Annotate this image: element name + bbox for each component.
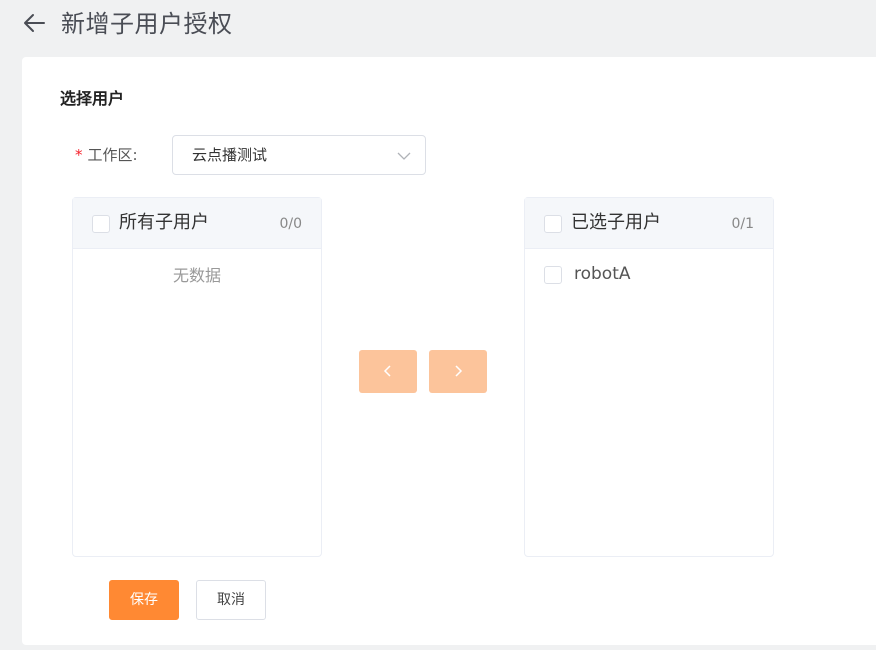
empty-text: 无数据 bbox=[172, 266, 221, 285]
list-item[interactable]: robotA bbox=[525, 260, 773, 288]
chevron-down-icon bbox=[397, 148, 411, 162]
required-mark: * bbox=[75, 146, 83, 164]
page-title: 新增子用户授权 bbox=[61, 10, 233, 38]
section-title: 选择用户 bbox=[60, 89, 125, 108]
move-right-button[interactable] bbox=[429, 350, 487, 393]
all-users-panel-header: 所有子用户 0/0 bbox=[73, 198, 321, 249]
chevron-left-icon bbox=[383, 365, 391, 377]
workspace-label-text: 工作区: bbox=[87, 146, 138, 164]
workspace-select-value: 云点播测试 bbox=[192, 146, 268, 164]
selected-users-panel: 已选子用户 0/1 robotA bbox=[524, 197, 774, 557]
chevron-right-icon bbox=[455, 365, 463, 377]
list-item-label: robotA bbox=[574, 264, 631, 284]
cancel-button[interactable]: 取消 bbox=[196, 580, 266, 620]
page-header: 新增子用户授权 bbox=[0, 0, 876, 50]
main-card: 选择用户 * 工作区: 云点播测试 所有子用户 0/0 无数据 已选子用户 0/… bbox=[22, 57, 876, 645]
arrow-left-icon[interactable] bbox=[22, 10, 48, 36]
move-left-button[interactable] bbox=[359, 350, 417, 393]
selected-users-panel-header: 已选子用户 0/1 bbox=[525, 198, 773, 249]
save-button[interactable]: 保存 bbox=[109, 580, 179, 620]
all-users-title: 所有子用户 bbox=[119, 212, 209, 233]
select-all-users-checkbox[interactable] bbox=[92, 215, 110, 233]
workspace-select[interactable]: 云点播测试 bbox=[172, 135, 426, 175]
selected-users-title: 已选子用户 bbox=[571, 212, 661, 233]
select-all-selected-checkbox[interactable] bbox=[544, 215, 562, 233]
all-users-count: 0/0 bbox=[279, 216, 302, 232]
all-users-panel: 所有子用户 0/0 无数据 bbox=[72, 197, 322, 557]
selected-users-count: 0/1 bbox=[731, 216, 754, 232]
list-item-checkbox[interactable] bbox=[544, 266, 562, 284]
workspace-label: * 工作区: bbox=[75, 144, 138, 166]
